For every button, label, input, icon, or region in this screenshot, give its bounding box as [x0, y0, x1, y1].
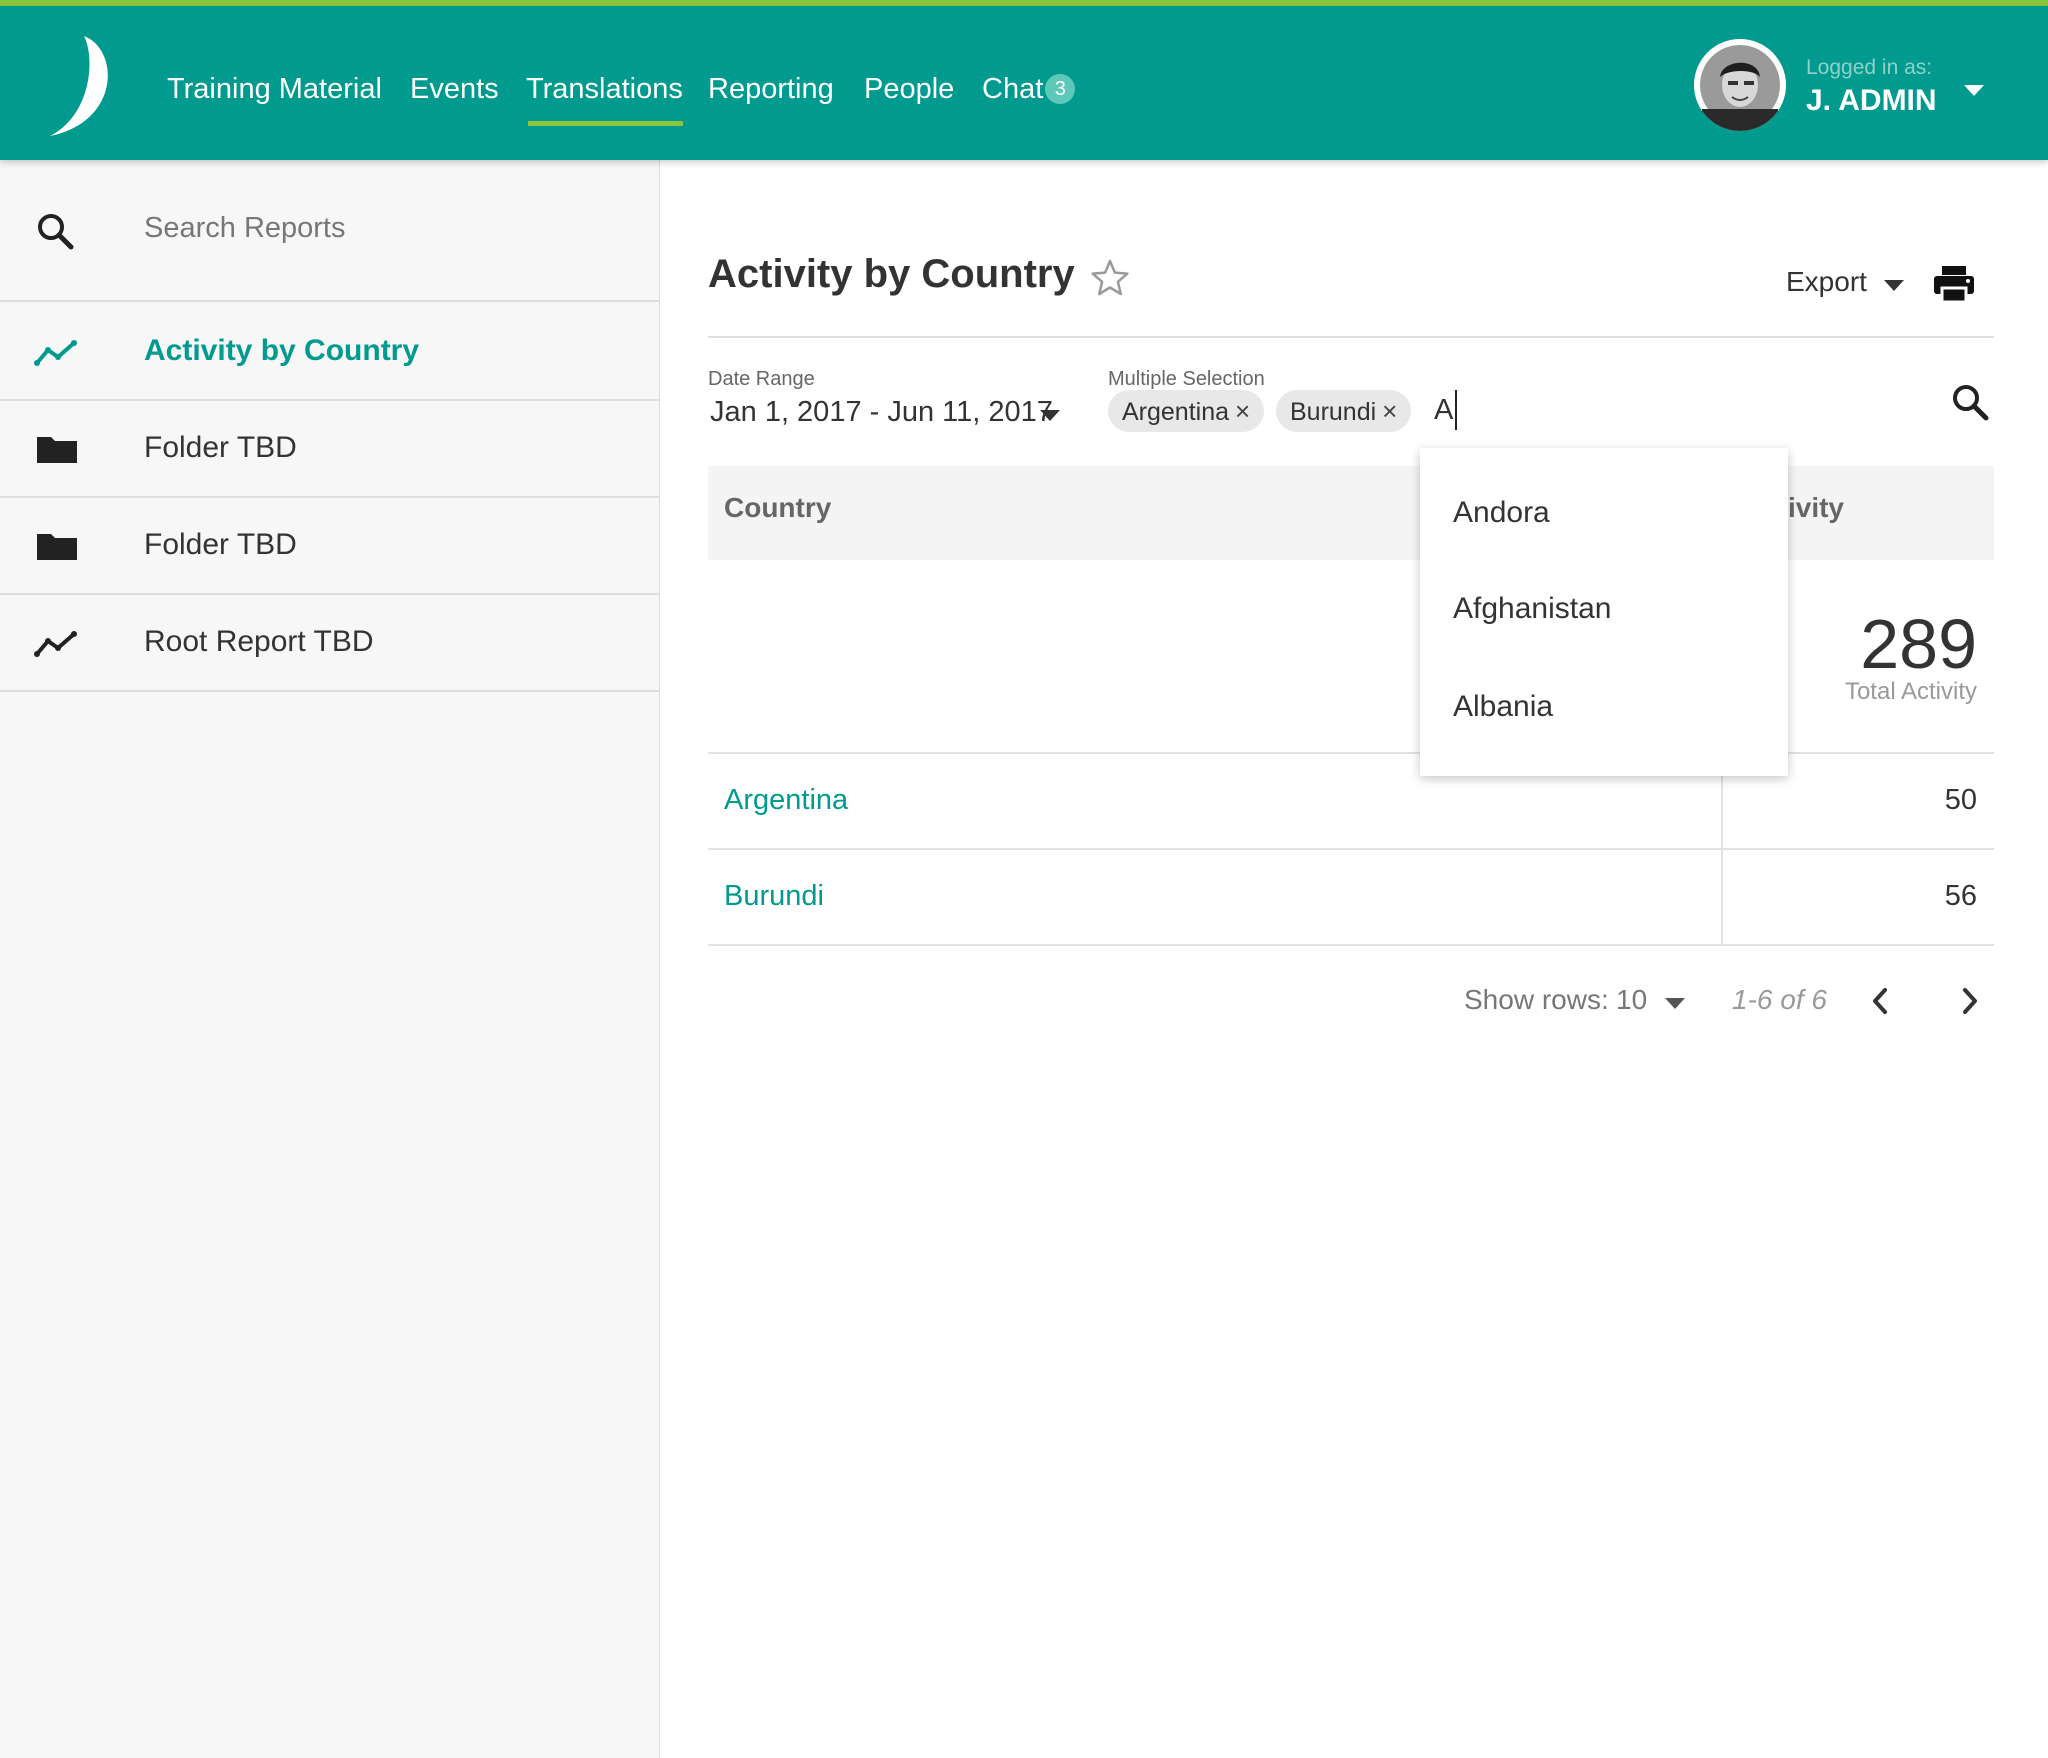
country-filter-input[interactable]: A [1434, 394, 1453, 427]
sidebar-item-folder-2[interactable]: Folder TBD [0, 498, 660, 595]
chip-burundi: Burundi × [1276, 390, 1412, 432]
search-reports-input[interactable]: Search Reports [144, 212, 346, 245]
row-divider [708, 944, 1994, 946]
nav-events[interactable]: Events [410, 64, 499, 114]
sidebar-item-label: Root Report TBD [144, 625, 374, 658]
sidebar-item-label: Folder TBD [144, 528, 297, 561]
user-avatar[interactable] [1694, 39, 1786, 131]
table-row-value: 56 [1944, 880, 1977, 912]
nav-reporting[interactable]: Reporting [708, 64, 834, 114]
dropdown-option[interactable]: Albania [1453, 690, 1553, 724]
trend-line-icon [34, 340, 77, 366]
nav-training-material[interactable]: Training Material [167, 64, 382, 114]
trend-line-icon [34, 631, 77, 657]
favorite-star-icon[interactable] [1090, 258, 1130, 298]
user-name: J. ADMIN [1806, 84, 1937, 117]
app-logo[interactable] [46, 30, 120, 140]
dropdown-option[interactable]: Andora [1453, 496, 1550, 530]
rows-per-page-caret-icon[interactable] [1665, 998, 1685, 1009]
date-range-caret-icon[interactable] [1040, 410, 1060, 421]
rows-per-page-select[interactable]: 10 [1616, 984, 1647, 1016]
reports-sidebar: Search Reports Activity by Country Folde… [0, 160, 660, 1758]
country-autocomplete-dropdown: Andora Afghanistan Albania [1420, 448, 1788, 776]
print-icon[interactable] [1932, 264, 1976, 304]
text-cursor [1455, 390, 1457, 430]
chevron-right-icon[interactable] [1958, 986, 1982, 1016]
date-range-label: Date Range [708, 368, 815, 390]
column-header-country[interactable]: Country [724, 492, 831, 524]
total-activity-value: 289 [1860, 605, 1977, 683]
sidebar-item-root-report[interactable]: Root Report TBD [0, 595, 660, 692]
report-title: Activity by Country [708, 252, 1075, 296]
sidebar-item-label: Folder TBD [144, 431, 297, 464]
table-row-country[interactable]: Burundi [724, 880, 824, 913]
user-menu-caret-icon[interactable] [1964, 85, 1984, 96]
chip-remove-icon[interactable]: × [1235, 390, 1250, 432]
chip-argentina: Argentina × [1108, 390, 1265, 432]
sidebar-item-label: Activity by Country [144, 334, 420, 367]
nav-chat[interactable]: Chat 3 [982, 64, 1076, 114]
app-header: Training Material Events Translations Re… [0, 6, 2048, 160]
search-icon [38, 214, 74, 250]
nav-people[interactable]: People [864, 64, 954, 114]
total-activity-label: Total Activity [1844, 678, 1977, 705]
multiple-selection-label: Multiple Selection [1108, 368, 1265, 390]
date-range-select[interactable]: Jan 1, 2017 - Jun 11, 2017 [710, 396, 1053, 429]
search-icon[interactable] [1950, 382, 1990, 422]
table-row-value: 50 [1944, 784, 1977, 816]
nav-chat-label: Chat [982, 73, 1044, 105]
folder-icon [37, 534, 77, 560]
show-rows-label: Show rows: [1464, 984, 1609, 1015]
chip-remove-icon[interactable]: × [1382, 390, 1397, 432]
export-button[interactable]: Export [1786, 266, 1867, 298]
pagination-range: 1-6 of 6 [1732, 984, 1827, 1015]
chip-label: Argentina [1122, 398, 1230, 426]
folder-icon [37, 437, 77, 463]
sidebar-search[interactable]: Search Reports [0, 160, 660, 302]
sidebar-item-folder-1[interactable]: Folder TBD [0, 401, 660, 498]
title-divider [708, 336, 1994, 338]
dropdown-option[interactable]: Afghanistan [1453, 592, 1611, 626]
row-divider [708, 848, 1994, 850]
export-caret-icon[interactable] [1884, 280, 1904, 291]
chevron-left-icon[interactable] [1868, 986, 1892, 1016]
table-row-country[interactable]: Argentina [724, 784, 848, 817]
sidebar-item-activity-by-country[interactable]: Activity by Country [0, 304, 660, 401]
nav-translations[interactable]: Translations [526, 64, 683, 126]
chip-label: Burundi [1290, 398, 1377, 426]
chat-count-badge: 3 [1045, 74, 1076, 104]
logged-in-label: Logged in as: [1806, 56, 1933, 79]
row-divider [708, 752, 1994, 754]
